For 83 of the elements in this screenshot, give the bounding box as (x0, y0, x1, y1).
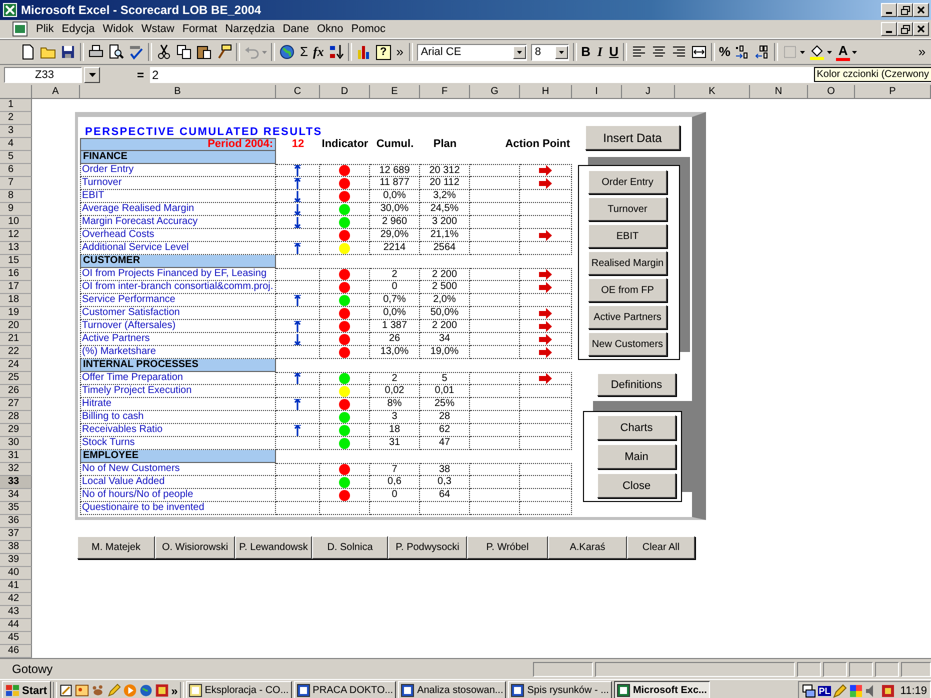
cumulative-value: 2 (370, 268, 420, 281)
row-label: OI from inter-branch consortial&comm.proj. (80, 281, 276, 294)
row-label: Offer Time Preparation (80, 372, 276, 385)
plan-value: 3,2% (420, 190, 470, 203)
cumulative-value: 29,0% (370, 229, 420, 242)
plan-value: 21,1% (420, 229, 470, 242)
cumulative-value: 2214 (370, 242, 420, 255)
plan-value: 47 (420, 437, 470, 450)
row-label: Billing to cash (80, 411, 276, 424)
row-label: Average Realised Margin (80, 203, 276, 216)
plan-value: 20 112 (420, 177, 470, 190)
cumulative-value: 0,7% (370, 294, 420, 307)
cumulative-value: 13,0% (370, 346, 420, 359)
row-label: Local Value Added (80, 476, 276, 489)
row-label: Overhead Costs (80, 229, 276, 242)
status-text: Gotowy (12, 662, 53, 676)
cumulative-value: 0 (370, 281, 420, 294)
plan-value: 38 (420, 463, 470, 476)
row-label: Margin Forecast Accuracy (80, 216, 276, 229)
row-label: No of hours/No of people (80, 489, 276, 502)
plan-value: 24,5% (420, 203, 470, 216)
plan-value: 20 312 (420, 164, 470, 177)
plan-value: 19,0% (420, 346, 470, 359)
row-label: Turnover (Aftersales) (80, 320, 276, 333)
row-label: Order Entry (80, 164, 276, 177)
plan-value: 2 200 (420, 268, 470, 281)
section-header: INTERNAL PROCESSES (80, 359, 276, 372)
row-label: Questionaire to be invented (80, 502, 276, 515)
cumulative-value: 0,0% (370, 307, 420, 320)
plan-value: 2,0% (420, 294, 470, 307)
column-heading: Plan (432, 138, 458, 151)
cumulative-value: 18 (370, 424, 420, 437)
cumulative-value: 0,6 (370, 476, 420, 489)
plan-value: 0,3 (420, 476, 470, 489)
row-label: Turnover (80, 177, 276, 190)
plan-value: 62 (420, 424, 470, 437)
cumulative-value: 12 689 (370, 164, 420, 177)
section-header: FINANCE (80, 151, 276, 164)
cumulative-value: 2 (370, 372, 420, 385)
row-label: Receivables Ratio (80, 424, 276, 437)
row-label: EBIT (80, 190, 276, 203)
period-value: 12 (290, 138, 306, 151)
plan-value: 50,0% (420, 307, 470, 320)
tooltip: Kolor czcionki (Czerwony (814, 67, 931, 82)
cumulative-value: 1 387 (370, 320, 420, 333)
plan-value: 34 (420, 333, 470, 346)
column-heading: Indicator (320, 138, 370, 151)
cumulative-value: 0,0% (370, 190, 420, 203)
section-header: EMPLOYEE (80, 450, 276, 463)
cumulative-value: 31 (370, 437, 420, 450)
row-label: No of New Customers (80, 463, 276, 476)
scorecard-title: PERSPECTIVE CUMULATED RESULTS (84, 126, 324, 138)
row-label: Customer Satisfaction (80, 307, 276, 320)
row-label: Timely Project Execution (80, 385, 276, 398)
cumulative-value: 7 (370, 463, 420, 476)
cumulative-value: 0,02 (370, 385, 420, 398)
row-label: Service Performance (80, 294, 276, 307)
cumulative-value: 11 877 (370, 177, 420, 190)
period-label: Period 2004: (80, 138, 276, 151)
cumulative-value: 8% (370, 398, 420, 411)
plan-value: 5 (420, 372, 470, 385)
cumulative-value: 26 (370, 333, 420, 346)
plan-value: 3 200 (420, 216, 470, 229)
plan-value: 64 (420, 489, 470, 502)
plan-value: 2564 (420, 242, 470, 255)
plan-value: 25% (420, 398, 470, 411)
cumulative-value: 3 (370, 411, 420, 424)
plan-value: 2 500 (420, 281, 470, 294)
plan-value: 0,01 (420, 385, 470, 398)
row-label: Active Partners (80, 333, 276, 346)
row-label: Hitrate (80, 398, 276, 411)
row-label: OI from Projects Financed by EF, Leasing (80, 268, 276, 281)
equals-sign: = (136, 68, 145, 82)
column-heading: Action Point (504, 138, 571, 151)
plan-value: 28 (420, 411, 470, 424)
cumulative-value: 30,0% (370, 203, 420, 216)
section-header: CUSTOMER (80, 255, 276, 268)
cumulative-value: 2 960 (370, 216, 420, 229)
plan-value: 2 200 (420, 320, 470, 333)
window-title: Microsoft Excel - Scorecard LOB BE_2004 (21, 3, 262, 17)
column-heading: Cumul. (375, 138, 415, 151)
cumulative-value: 0 (370, 489, 420, 502)
clock: 11:19 (900, 684, 927, 696)
